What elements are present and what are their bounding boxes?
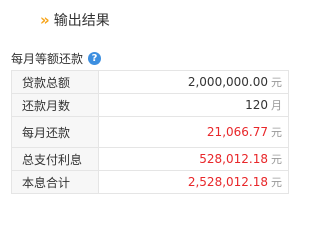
double-chevron-icon: » bbox=[40, 10, 50, 29]
row-value: 2,528,012.18 bbox=[187, 175, 268, 189]
row-value-cell: 2,000,000.00 元 bbox=[98, 70, 289, 94]
results-table: 贷款总额 2,000,000.00 元 还款月数 120 月 每月还款 21,066… bbox=[11, 70, 289, 194]
row-value: 528,012.18 bbox=[199, 152, 268, 166]
table-row-total-interest: 总支付利息 528,012.18 元 bbox=[11, 147, 289, 171]
output-title: 输出结果 bbox=[53, 13, 110, 29]
row-value-cell: 2,528,012.18 元 bbox=[98, 170, 289, 194]
help-icon[interactable]: ? bbox=[88, 51, 102, 65]
row-label: 总支付利息 bbox=[11, 147, 99, 171]
section-header: 每月等额还款 ? bbox=[11, 50, 102, 66]
row-unit: 元 bbox=[271, 76, 282, 89]
row-value: 120 bbox=[245, 98, 268, 112]
row-value: 2,000,000.00 bbox=[187, 75, 268, 89]
row-unit: 元 bbox=[271, 126, 282, 139]
row-unit: 月 bbox=[271, 99, 282, 112]
table-row-monthly-payment: 每月还款 21,066.77 元 bbox=[11, 116, 289, 148]
row-label: 贷款总额 bbox=[11, 70, 99, 94]
row-value-cell: 21,066.77 元 bbox=[98, 116, 289, 148]
section-title: 每月等额还款 bbox=[11, 51, 84, 66]
table-row-principal-interest-total: 本息合计 2,528,012.18 元 bbox=[11, 170, 289, 194]
row-label: 每月还款 bbox=[11, 116, 99, 148]
output-header: » 输出结果 bbox=[40, 10, 110, 30]
row-label: 还款月数 bbox=[11, 93, 99, 117]
table-row-loan-total: 贷款总额 2,000,000.00 元 bbox=[11, 70, 289, 94]
row-label: 本息合计 bbox=[11, 170, 99, 194]
row-value-cell: 120 月 bbox=[98, 93, 289, 117]
row-value-cell: 528,012.18 元 bbox=[98, 147, 289, 171]
table-row-months: 还款月数 120 月 bbox=[11, 93, 289, 117]
row-unit: 元 bbox=[271, 153, 282, 166]
loan-result-panel: » 输出结果 每月等额还款 ? 贷款总额 2,000,000.00 元 还款月数 … bbox=[0, 0, 300, 231]
row-value: 21,066.77 bbox=[206, 125, 268, 139]
row-unit: 元 bbox=[271, 176, 282, 189]
